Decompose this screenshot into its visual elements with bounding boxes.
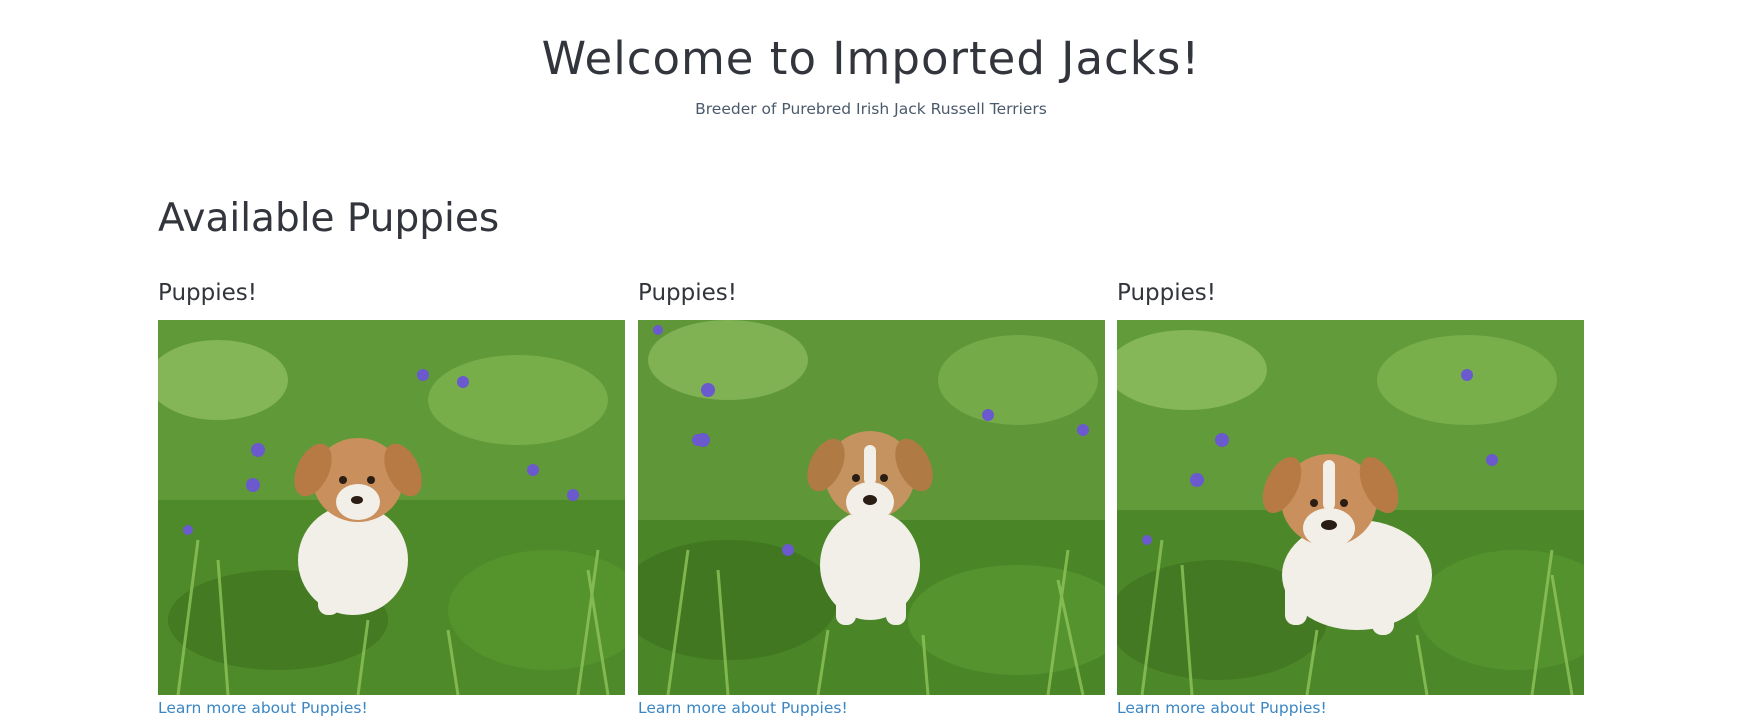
section-title-available-puppies: Available Puppies bbox=[158, 196, 500, 241]
puppy-card: Puppies! Learn more about Puppies! bbox=[638, 276, 1105, 719]
puppy-photo-image bbox=[1117, 320, 1584, 695]
card-heading: Puppies! bbox=[1117, 280, 1216, 306]
card-heading: Puppies! bbox=[158, 280, 257, 306]
learn-more-link[interactable]: Learn more about Puppies! bbox=[1117, 697, 1584, 719]
puppy-card: Puppies! Learn more about Puppies! bbox=[158, 276, 625, 719]
puppy-photo-image bbox=[638, 320, 1105, 695]
learn-more-link[interactable]: Learn more about Puppies! bbox=[638, 697, 1105, 719]
page-title: Welcome to Imported Jacks! bbox=[541, 32, 1201, 85]
puppy-photo[interactable] bbox=[638, 320, 1105, 695]
puppy-photo[interactable] bbox=[158, 320, 625, 695]
puppy-card: Puppies! Learn more about Puppies! bbox=[1117, 276, 1584, 719]
learn-more-link[interactable]: Learn more about Puppies! bbox=[158, 697, 625, 719]
card-heading: Puppies! bbox=[638, 280, 737, 306]
puppy-photo[interactable] bbox=[1117, 320, 1584, 695]
puppy-photo-image bbox=[158, 320, 625, 695]
page-subtitle: Breeder of Purebred Irish Jack Russell T… bbox=[695, 100, 1047, 118]
